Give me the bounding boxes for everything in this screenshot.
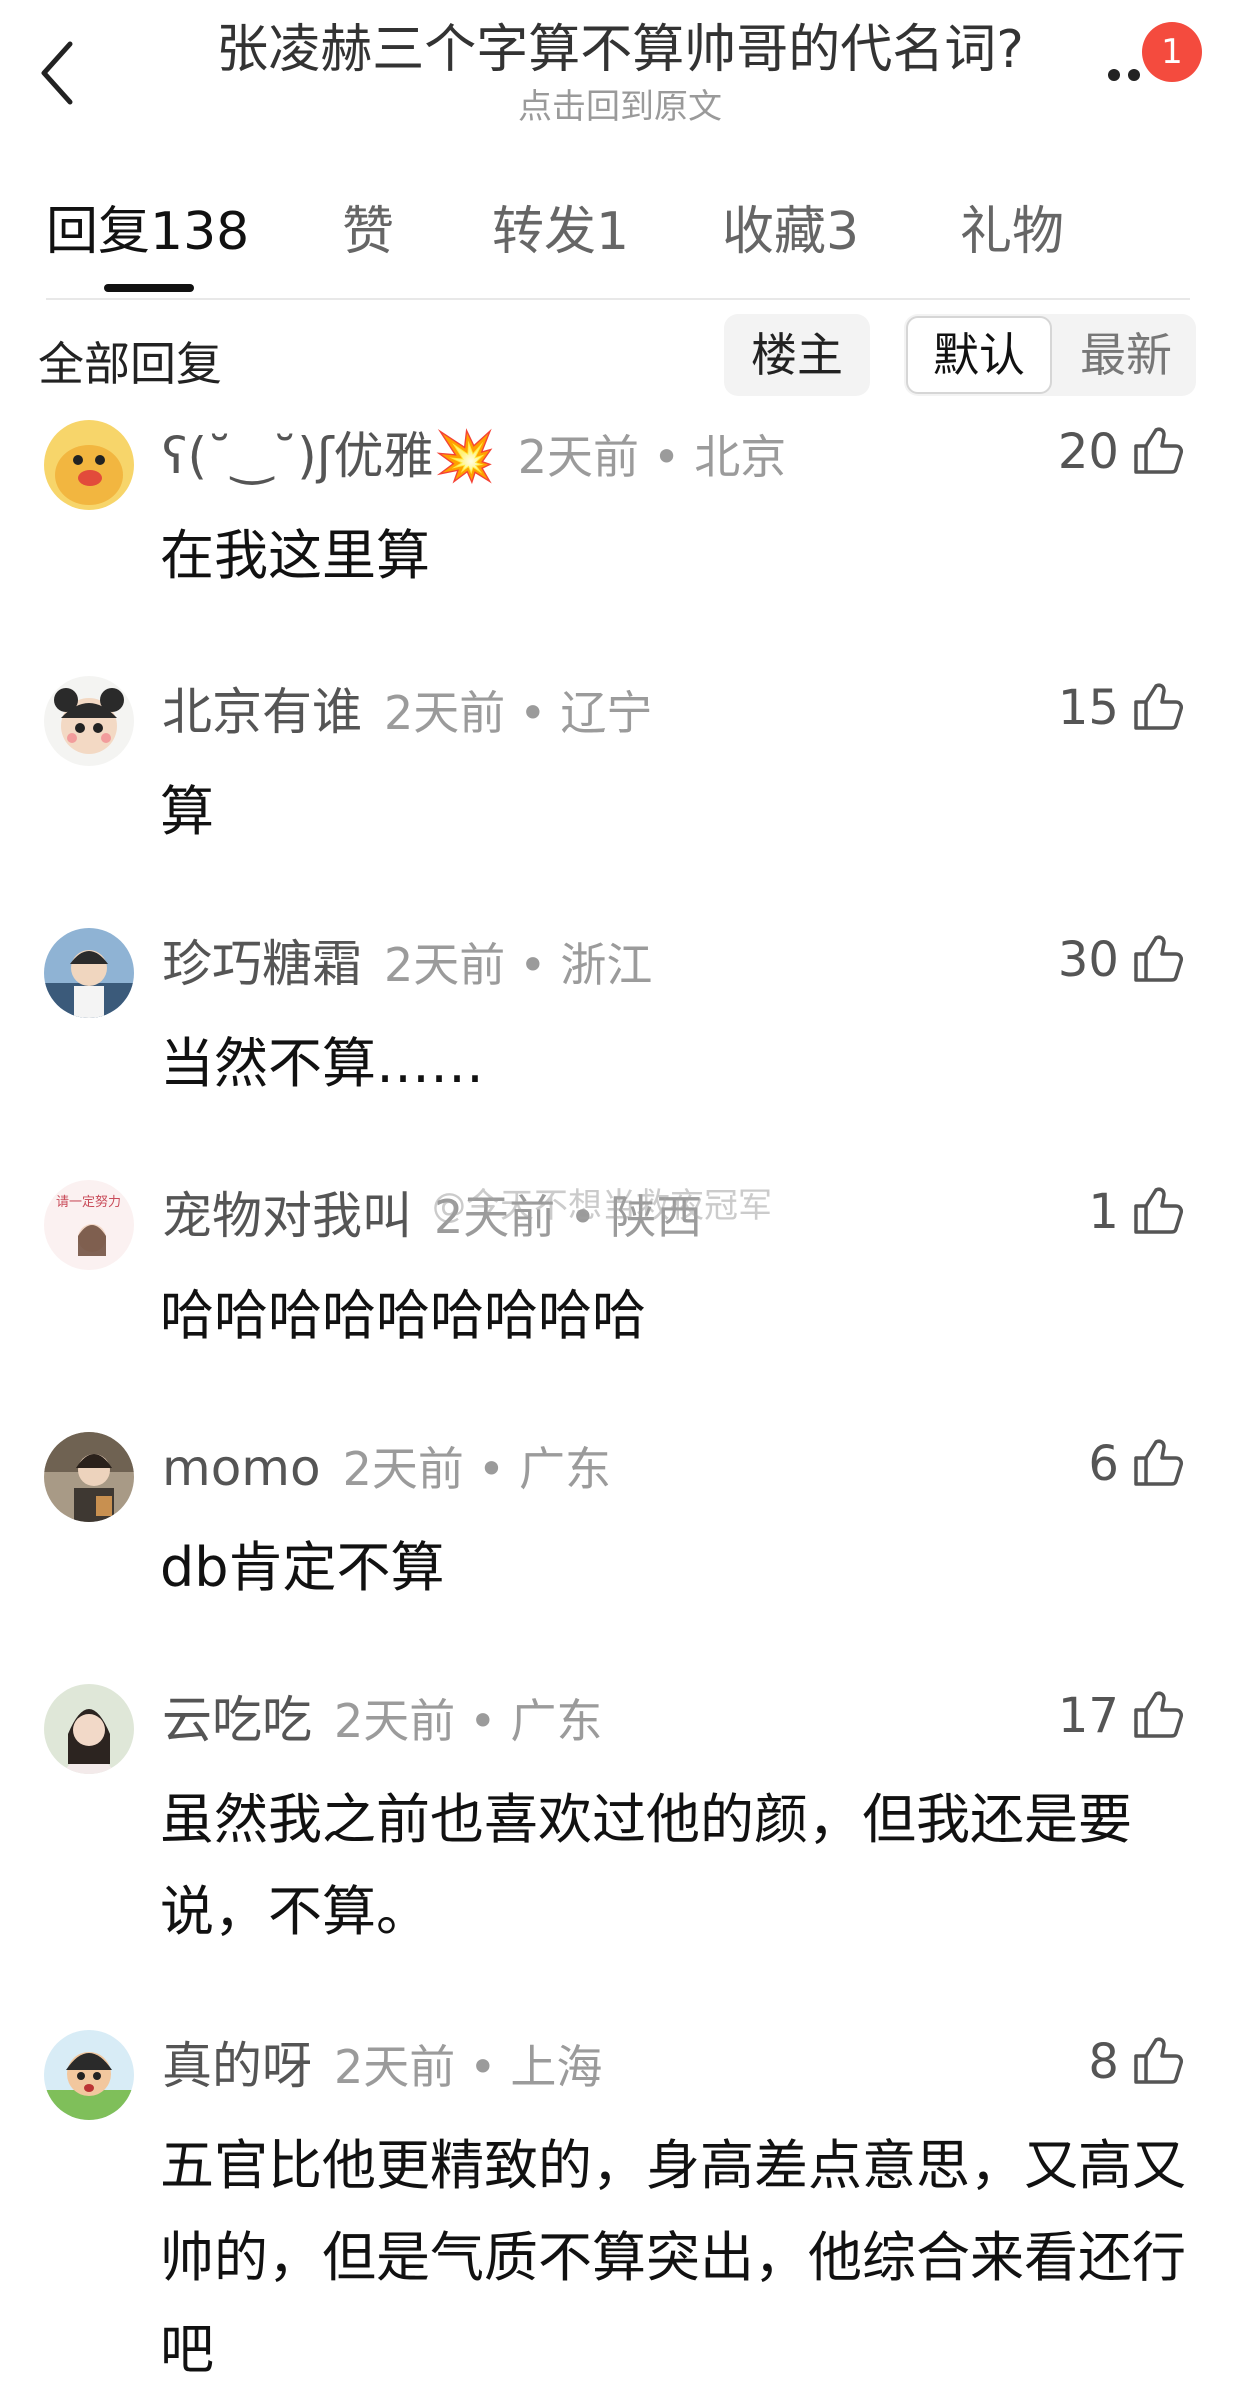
time-label: 2天前 <box>334 2040 456 2094</box>
tab-favorites[interactable]: 收藏3 <box>722 200 859 264</box>
like-count: 20 <box>1057 424 1119 480</box>
comment-text: 哈哈哈哈哈哈哈哈哈 <box>160 1284 646 1347</box>
location-label: 北京 <box>694 430 787 484</box>
tab-reposts[interactable]: 转发1 <box>492 200 629 264</box>
comment-text: db肯定不算 <box>160 1536 445 1599</box>
like-button[interactable]: 1 <box>1088 1180 1184 1244</box>
thumb-up-icon <box>1134 427 1183 474</box>
dot-separator: • <box>469 1694 497 1748</box>
location-label: 浙江 <box>560 938 653 992</box>
avatar[interactable]: 请一定努力 <box>44 1180 134 1270</box>
tab-likes[interactable]: 赞 <box>342 200 394 264</box>
time-label: 2天前 <box>517 430 640 484</box>
like-count: 8 <box>1088 2034 1119 2090</box>
comment-text: 虽然我之前也喜欢过他的颜，但我还是要说，不算。 <box>160 1788 1132 1943</box>
like-button[interactable]: 8 <box>1088 2030 1184 2094</box>
notification-badge: 1 <box>1142 22 1202 82</box>
dot-separator: • <box>653 430 681 484</box>
sort-toggle: 默认 最新 <box>904 314 1196 396</box>
thumb-up-icon <box>1134 683 1183 730</box>
sort-latest-button[interactable]: 最新 <box>1056 316 1196 394</box>
comment-meta: 珍巧糖霜 2天前 • 浙江 <box>162 932 652 1008</box>
dot-separator: • <box>519 686 547 740</box>
time-label: 2天前 <box>384 686 506 740</box>
comment-meta: 云吃吃 2天前 • 广东 <box>162 1688 602 1764</box>
avatar[interactable] <box>44 2030 134 2120</box>
watermark: @今天不想当救夜冠军 <box>432 1186 772 1226</box>
all-replies-label: 全部回复 <box>38 337 222 391</box>
active-tab-indicator <box>104 284 194 292</box>
like-count: 30 <box>1057 932 1119 988</box>
page-title: 张凌赫三个字算不算帅哥的代名词? <box>216 20 1024 80</box>
dot-separator: • <box>469 2040 497 2094</box>
like-count: 15 <box>1057 680 1119 736</box>
comment-text: 五官比他更精致的，身高差点意思，又高又帅的，但是气质不算突出，他综合来看还行吧 <box>160 2134 1186 2381</box>
poster-only-button[interactable]: 楼主 <box>724 314 870 396</box>
like-count: 17 <box>1057 1688 1119 1744</box>
comment-meta: ʕ(˘‿˘)ʃ优雅💥 2天前 • 北京 <box>162 424 786 500</box>
comment-meta: momo 2天前 • 广东 <box>162 1436 611 1512</box>
avatar[interactable] <box>44 1684 134 1774</box>
comment-text: 在我这里算 <box>160 524 430 587</box>
comment-text: 算 <box>160 780 214 843</box>
avatar[interactable] <box>44 676 134 766</box>
username[interactable]: 真的呀 <box>162 2037 312 2095</box>
like-button[interactable]: 15 <box>1058 676 1184 740</box>
time-label: 2天前 <box>342 1442 464 1496</box>
location-label: 辽宁 <box>560 686 653 740</box>
username[interactable]: 云吃吃 <box>162 1691 312 1749</box>
title-block[interactable]: 张凌赫三个字算不算帅哥的代名词? 点击回到原文 <box>140 18 1100 132</box>
comment-meta: 北京有谁 2天前 • 辽宁 <box>162 680 652 756</box>
time-label: 2天前 <box>334 1694 456 1748</box>
like-button[interactable]: 17 <box>1058 1684 1184 1748</box>
like-button[interactable]: 30 <box>1058 928 1184 992</box>
comment-text: 当然不算…… <box>160 1032 484 1095</box>
time-label: 2天前 <box>384 938 506 992</box>
more-dots-icon[interactable] <box>1108 66 1148 81</box>
comment-meta: 真的呀 2天前 • 上海 <box>162 2034 602 2110</box>
svg-text:请一定努力: 请一定努力 <box>56 1195 121 1210</box>
username[interactable]: ʕ(˘‿˘)ʃ优雅💥 <box>162 427 496 485</box>
dot-separator: • <box>519 938 547 992</box>
sort-default-button[interactable]: 默认 <box>906 316 1052 394</box>
tab-bar: 回复138 赞 转发1 收藏3 礼物 <box>46 190 1190 300</box>
location-label: 上海 <box>510 2040 603 2094</box>
filter-row: 全部回复 楼主 默认 最新 <box>0 310 1236 400</box>
avatar[interactable] <box>44 928 134 1018</box>
chevron-left-icon[interactable] <box>38 38 78 108</box>
like-count: 1 <box>1088 1184 1119 1240</box>
username[interactable]: 珍巧糖霜 <box>162 935 362 993</box>
thumb-up-icon <box>1134 2037 1183 2084</box>
tab-gifts[interactable]: 礼物 <box>960 200 1064 264</box>
username[interactable]: 宠物对我叫 <box>162 1187 412 1245</box>
avatar[interactable] <box>44 1432 134 1522</box>
like-count: 6 <box>1088 1436 1119 1492</box>
username[interactable]: 北京有谁 <box>162 683 362 741</box>
location-label: 广东 <box>519 1442 612 1496</box>
dot-separator: • <box>477 1442 506 1496</box>
username[interactable]: momo <box>162 1439 321 1497</box>
tab-replies[interactable]: 回复138 <box>46 200 249 264</box>
like-button[interactable]: 20 <box>1058 420 1184 484</box>
thumb-up-icon <box>1134 935 1183 982</box>
back-to-original-link[interactable]: 点击回到原文 <box>140 82 1100 132</box>
thumb-up-icon <box>1134 1439 1183 1486</box>
location-label: 广东 <box>510 1694 603 1748</box>
avatar[interactable] <box>44 420 134 510</box>
top-bar: 张凌赫三个字算不算帅哥的代名词? 点击回到原文 1 <box>0 0 1236 150</box>
thumb-up-icon <box>1134 1187 1183 1234</box>
like-button[interactable]: 6 <box>1088 1432 1184 1496</box>
thumb-up-icon <box>1134 1691 1183 1738</box>
